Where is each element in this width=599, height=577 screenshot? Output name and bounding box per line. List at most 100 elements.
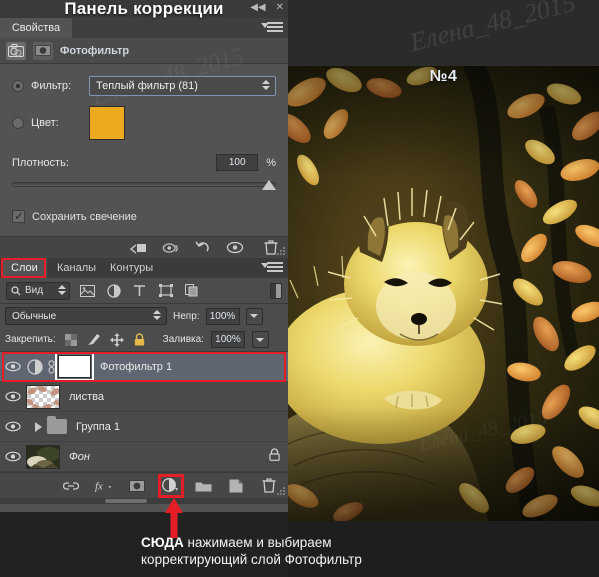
smart-object-filter-icon[interactable] bbox=[183, 282, 200, 299]
color-radio[interactable] bbox=[12, 117, 24, 129]
scrollbar-thumb[interactable] bbox=[105, 499, 147, 503]
resize-grip-icon[interactable] bbox=[277, 487, 286, 496]
link-layers-icon[interactable] bbox=[62, 477, 80, 495]
adjustment-layer-thumb[interactable] bbox=[26, 358, 44, 375]
filter-select[interactable]: Теплый фильтр (81) bbox=[89, 76, 276, 96]
type-filter-icon[interactable] bbox=[131, 282, 148, 299]
color-swatch[interactable] bbox=[89, 106, 125, 140]
adjustment-header: Фотофильтр bbox=[0, 38, 288, 64]
resize-grip-icon[interactable] bbox=[277, 247, 286, 256]
layers-panel: Слои Каналы Контуры Вид Обычные Непр: 10… bbox=[0, 258, 288, 512]
opacity-dropdown-icon[interactable] bbox=[245, 307, 263, 325]
tab-paths[interactable]: Контуры bbox=[101, 258, 162, 278]
color-label: Цвет: bbox=[31, 117, 59, 129]
layer-style-fx-icon[interactable]: fx bbox=[95, 477, 113, 495]
pixel-layer-filter-icon[interactable] bbox=[79, 282, 96, 299]
preserve-luminosity-label: Сохранить свечение bbox=[32, 210, 137, 223]
photo-filter-icon[interactable] bbox=[6, 41, 26, 60]
toggle-visibility-icon[interactable] bbox=[162, 240, 180, 256]
lock-image-icon[interactable] bbox=[86, 332, 102, 348]
color-row: Цвет: bbox=[12, 106, 276, 140]
properties-panel: Свойства Панель коррекции Фотофильтр Фил… bbox=[0, 0, 288, 258]
layers-panel-menu-icon[interactable] bbox=[261, 262, 283, 274]
layer-name: Фотофильтр 1 bbox=[100, 360, 173, 373]
opacity-input[interactable]: 100% bbox=[205, 307, 240, 325]
reset-icon[interactable] bbox=[194, 240, 212, 256]
filter-enable-toggle[interactable] bbox=[270, 282, 282, 299]
lock-label: Закрепить: bbox=[5, 334, 56, 345]
layer-kind-select[interactable]: Вид bbox=[6, 281, 70, 300]
adjustment-filter-icon[interactable] bbox=[105, 282, 122, 299]
panel-menu-icon[interactable] bbox=[261, 22, 283, 34]
chevron-updown-icon bbox=[58, 284, 66, 295]
svg-text:fx: fx bbox=[95, 481, 103, 492]
close-icon[interactable]: ✕ bbox=[276, 2, 284, 14]
layer-visibility-eye-icon[interactable] bbox=[0, 391, 26, 402]
clip-to-layer-icon[interactable] bbox=[130, 240, 148, 256]
horizontal-scrollbar[interactable] bbox=[0, 498, 288, 504]
layer-visibility-eye-icon[interactable] bbox=[0, 421, 26, 432]
layer-row-background[interactable]: Фон bbox=[0, 442, 288, 472]
delete-layer-icon[interactable] bbox=[260, 477, 278, 495]
properties-tabbar: Свойства Панель коррекции bbox=[0, 0, 288, 38]
red-up-arrow bbox=[164, 498, 184, 538]
add-layer-mask-icon[interactable] bbox=[128, 477, 146, 495]
new-group-icon[interactable] bbox=[194, 477, 212, 495]
layer-thumbnail[interactable] bbox=[26, 384, 60, 409]
new-layer-icon[interactable] bbox=[227, 477, 245, 495]
lock-row: Закрепить: Заливка: 100% bbox=[0, 328, 288, 352]
canvas-top-strip bbox=[288, 0, 599, 66]
panel-window-topbar: ◀◀ ✕ bbox=[0, 0, 288, 18]
lock-position-icon[interactable] bbox=[109, 332, 125, 348]
tab-channels-label: Каналы bbox=[57, 262, 97, 274]
canvas-badge: №4 bbox=[429, 68, 458, 85]
layer-row-leaves[interactable]: листва bbox=[0, 382, 288, 412]
chevron-updown-icon bbox=[153, 310, 161, 320]
new-adjustment-layer-icon[interactable] bbox=[161, 477, 179, 495]
preserve-luminosity-row: Сохранить свечение bbox=[12, 209, 276, 223]
canvas-image bbox=[288, 66, 599, 521]
tab-paths-label: Контуры bbox=[110, 262, 154, 274]
density-slider-knob[interactable] bbox=[262, 180, 276, 190]
layer-row-photo-filter[interactable]: Фотофильтр 1 bbox=[0, 352, 288, 382]
density-slider[interactable] bbox=[12, 178, 276, 194]
blend-mode-select[interactable]: Обычные bbox=[5, 307, 167, 325]
filter-radio[interactable] bbox=[12, 80, 24, 92]
properties-body: Елена_48_2015 Фильтр: Теплый фильтр (81)… bbox=[0, 43, 288, 236]
group-expand-triangle-icon[interactable] bbox=[35, 421, 42, 432]
layer-visibility-eye-icon[interactable] bbox=[0, 451, 26, 462]
layer-mask-thumbnail[interactable] bbox=[55, 352, 94, 381]
layers-footer: fx bbox=[0, 472, 288, 504]
eye-icon[interactable] bbox=[226, 240, 244, 256]
shape-filter-icon[interactable] bbox=[157, 282, 174, 299]
layer-visibility-eye-icon[interactable] bbox=[0, 361, 26, 372]
chevron-updown-icon bbox=[262, 80, 270, 90]
adjustment-title: Фотофильтр bbox=[60, 44, 130, 57]
search-icon bbox=[11, 285, 21, 295]
fill-dropdown-icon[interactable] bbox=[251, 331, 269, 348]
fill-label: Заливка: bbox=[162, 334, 204, 345]
tab-channels[interactable]: Каналы bbox=[48, 258, 105, 278]
canvas-area: №4 Елена_48_2015 Елена_48_2015 bbox=[288, 0, 599, 521]
layer-mask-link-icon[interactable] bbox=[44, 359, 58, 374]
collapse-left-icon[interactable]: ◀◀ bbox=[250, 2, 265, 14]
density-row: Плотность: 100 % bbox=[12, 154, 276, 171]
mask-icon[interactable] bbox=[33, 41, 53, 60]
tab-layers-label: Слои bbox=[11, 262, 38, 274]
layer-thumbnail[interactable] bbox=[26, 444, 60, 469]
properties-footer bbox=[0, 236, 288, 258]
preserve-luminosity-checkbox[interactable] bbox=[12, 209, 25, 223]
fill-input[interactable]: 100% bbox=[210, 331, 245, 348]
layers-filter-row: Вид bbox=[0, 278, 288, 304]
density-label: Плотность: bbox=[12, 156, 69, 169]
layer-locked-icon bbox=[269, 447, 280, 466]
lock-transparency-icon[interactable] bbox=[63, 332, 79, 348]
opacity-label: Непр: bbox=[173, 310, 200, 322]
layer-row-group[interactable]: Группа 1 bbox=[0, 412, 288, 442]
density-unit: % bbox=[266, 156, 276, 169]
tab-properties[interactable]: Свойства bbox=[0, 18, 72, 38]
tab-layers[interactable]: Слои bbox=[2, 258, 47, 278]
density-input[interactable]: 100 bbox=[216, 154, 259, 171]
layer-kind-value: Вид bbox=[25, 285, 44, 296]
lock-all-icon[interactable] bbox=[132, 332, 148, 348]
